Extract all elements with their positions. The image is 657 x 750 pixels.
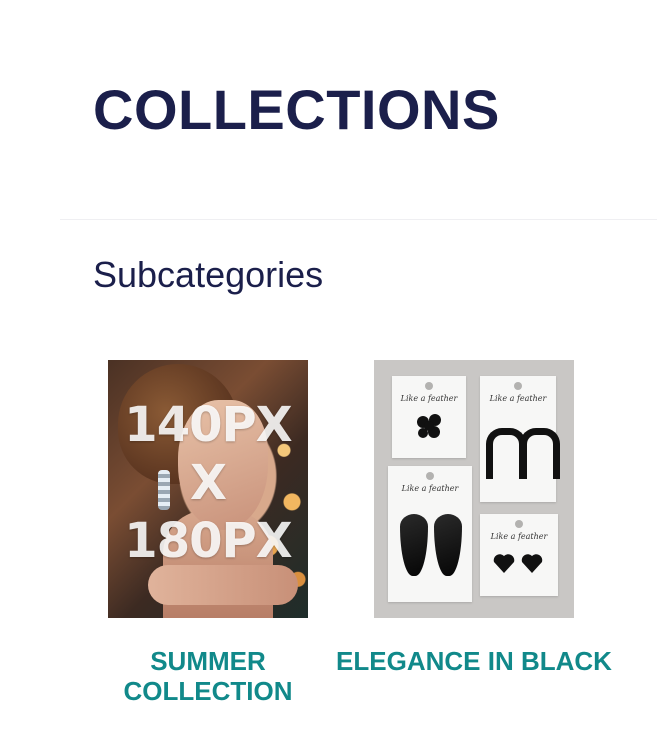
earring-card: Like a feather <box>480 376 560 502</box>
subcategory-card-summer-collection[interactable]: 140PX X 180PX SUMMER COLLECTION <box>108 360 308 706</box>
card-script: Like a feather <box>400 394 458 403</box>
summer-collection-image[interactable]: 140PX X 180PX <box>108 360 308 618</box>
card-script: Like a feather <box>489 394 547 403</box>
elegance-in-black-label[interactable]: ELEGANCE IN BLACK <box>334 646 614 676</box>
heart-earring-icon <box>493 554 515 573</box>
card-hole <box>425 382 433 390</box>
card-hole <box>514 382 522 390</box>
summer-collection-label[interactable]: SUMMER COLLECTION <box>68 646 348 706</box>
placeholder-size-text: 140PX X 180PX <box>108 396 308 570</box>
heart-earring-icon <box>521 554 543 573</box>
page-title: COLLECTIONS <box>93 78 500 141</box>
subcategory-card-elegance-in-black[interactable]: Like a feather Like a feather Like a fea… <box>336 360 612 676</box>
earring-card: Like a feather <box>392 376 466 458</box>
card-hole <box>515 520 523 528</box>
subcategories-heading: Subcategories <box>93 254 324 295</box>
earring-card: Like a feather <box>480 514 558 596</box>
arch-earring-icon <box>520 428 560 479</box>
card-hole <box>426 472 434 480</box>
elegance-in-black-image[interactable]: Like a feather Like a feather Like a fea… <box>374 360 574 618</box>
drop-earring-icon <box>434 514 462 576</box>
placeholder-x: X <box>189 455 227 511</box>
flower-earring-icon <box>417 414 441 438</box>
divider <box>60 219 657 220</box>
drop-earring-icon <box>400 514 428 576</box>
card-script: Like a feather <box>401 484 459 493</box>
earring-card: Like a feather <box>388 466 472 602</box>
hand-shape <box>148 565 298 605</box>
placeholder-width: 140PX <box>124 397 292 453</box>
card-script: Like a feather <box>490 532 548 541</box>
placeholder-height: 180PX <box>124 513 292 569</box>
